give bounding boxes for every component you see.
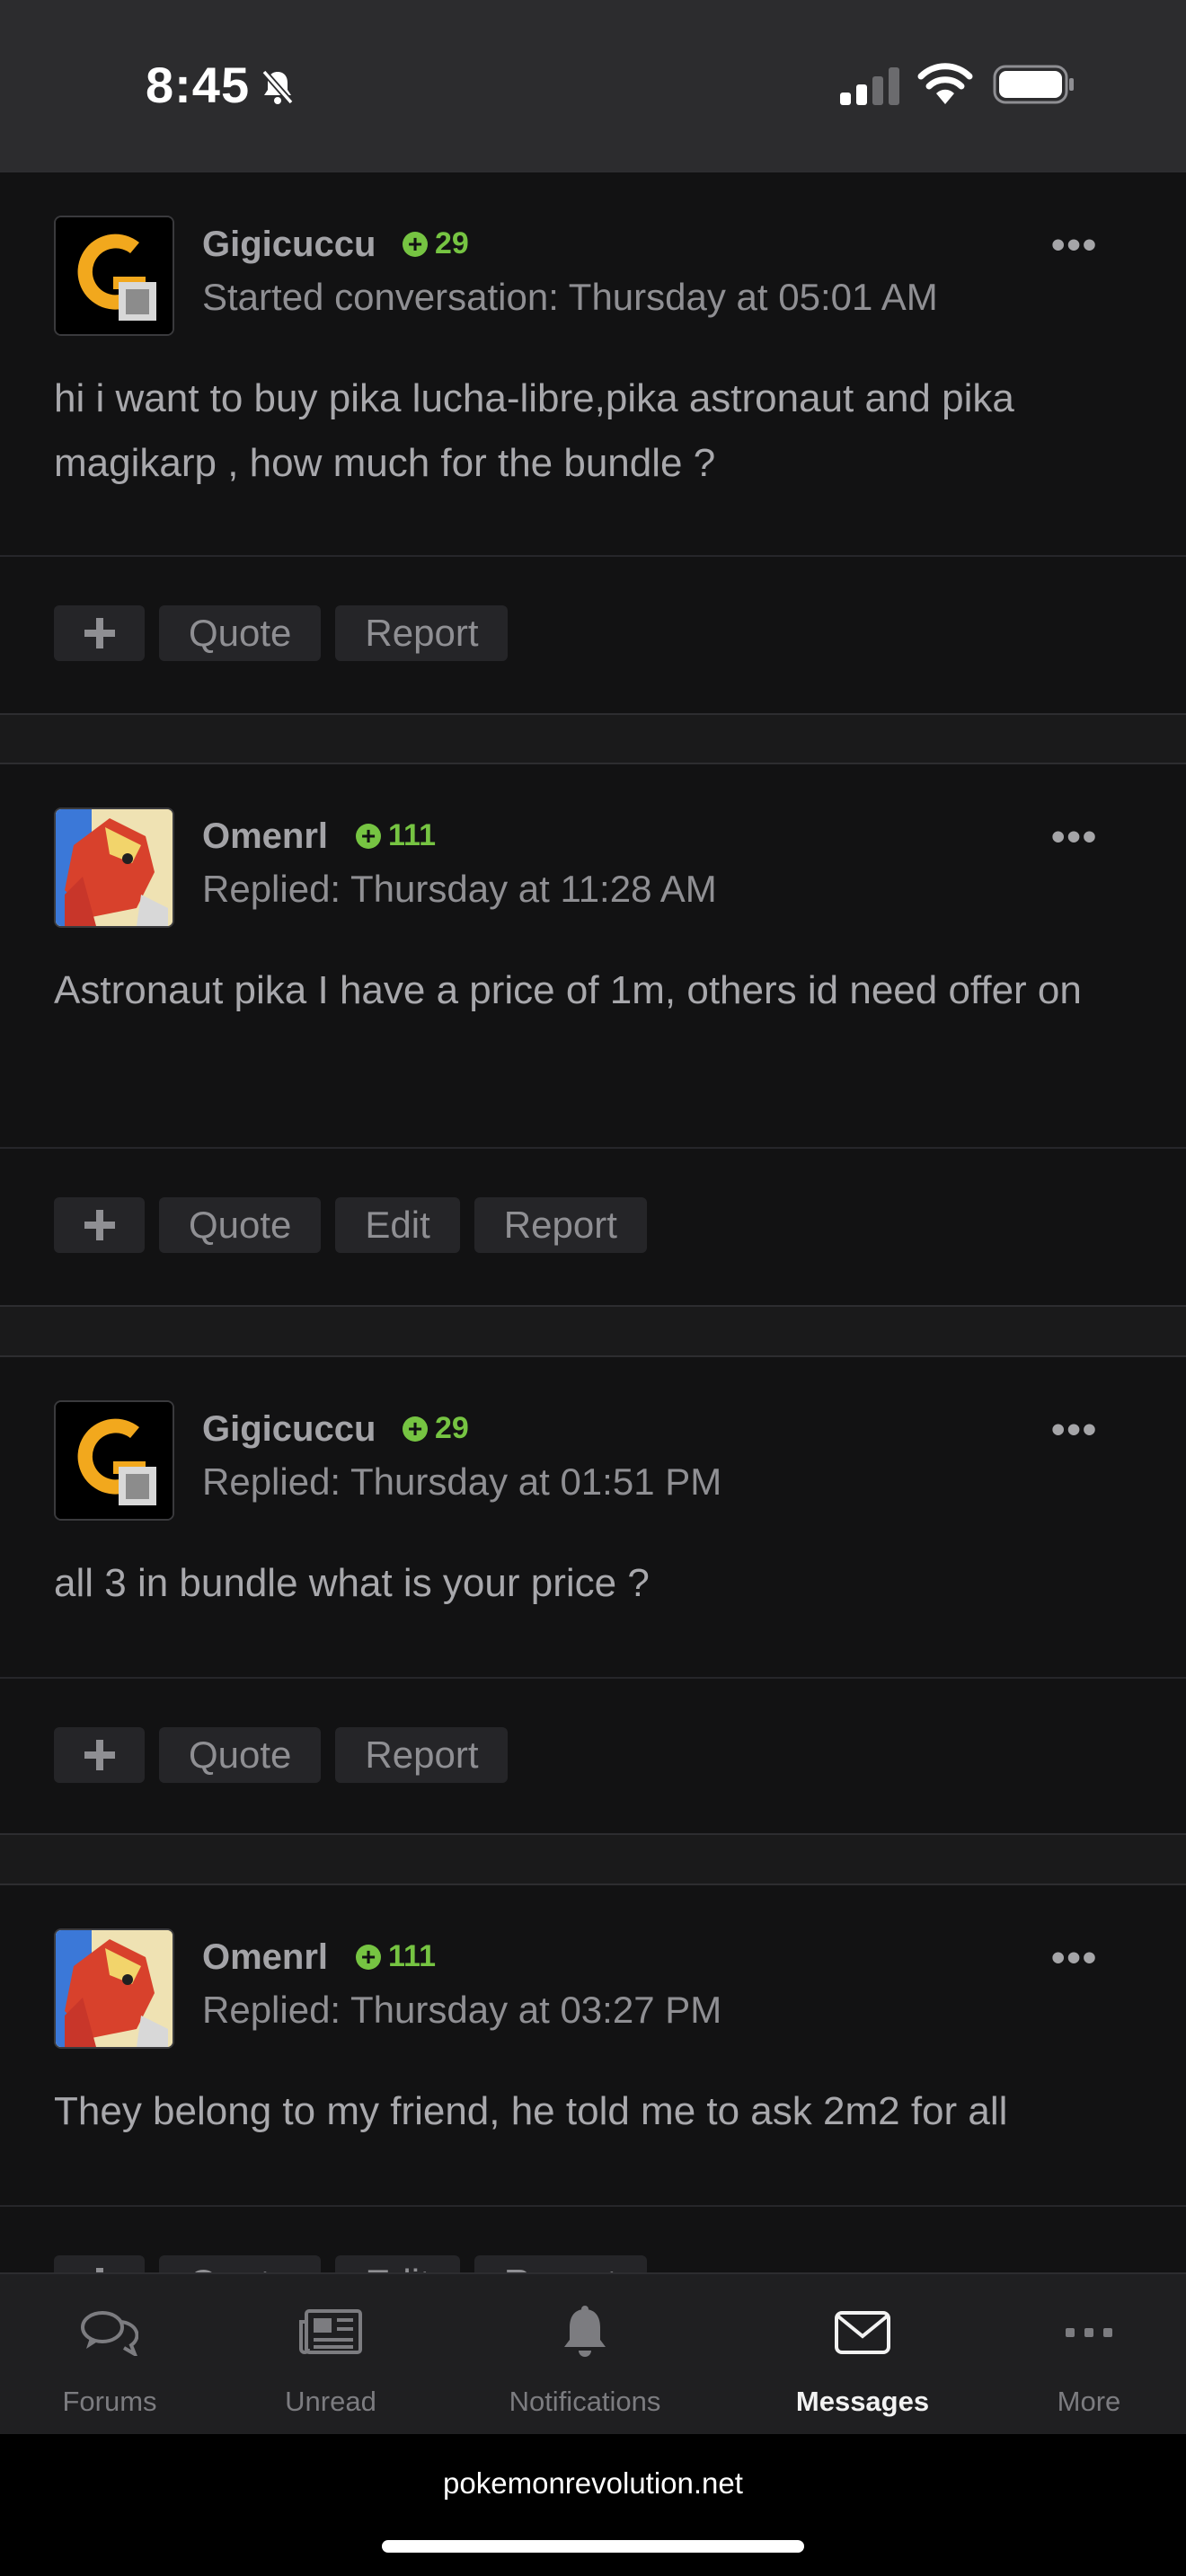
tab-label: Forums: [62, 2386, 157, 2417]
post-body: Astronaut pika I have a price of 1m, oth…: [54, 968, 1082, 1012]
message-post: Gigicuccu + 29 ••• Started conversation:…: [0, 171, 1186, 715]
plus-circle-icon: +: [356, 1944, 381, 1970]
bell-muted-icon: [257, 66, 298, 112]
report-button[interactable]: Report: [335, 1727, 509, 1783]
post-actions: Quote Report: [54, 1727, 509, 1783]
message-post: Omenrl + 111 ••• Replied: Thursday at 11…: [0, 763, 1186, 1307]
post-body: all 3 in bundle what is your price ?: [54, 1561, 650, 1605]
plus-circle-icon: +: [356, 823, 381, 849]
status-time: 8:45: [146, 57, 251, 113]
tab-notifications[interactable]: Notifications: [495, 2274, 675, 2436]
more-dots-icon: [999, 2301, 1179, 2364]
bell-icon: [495, 2301, 675, 2364]
tab-label: More: [1057, 2386, 1121, 2417]
divider: [0, 1147, 1186, 1149]
tab-unread[interactable]: Unread: [241, 2274, 420, 2436]
more-options-icon[interactable]: •••: [1051, 1936, 1098, 1981]
tab-label: Notifications: [509, 2386, 661, 2417]
plus-circle-icon: +: [403, 1416, 428, 1442]
react-button[interactable]: [54, 1197, 145, 1253]
divider: [0, 555, 1186, 557]
plus-icon: [84, 618, 115, 648]
tab-messages[interactable]: Messages: [773, 2274, 952, 2436]
plus-icon: [84, 1210, 115, 1240]
author-name[interactable]: Gigicuccu: [202, 225, 376, 265]
post-actions: Quote Edit Report: [54, 1197, 647, 1253]
avatar[interactable]: [54, 1400, 174, 1521]
quote-button[interactable]: Quote: [159, 1727, 322, 1783]
status-bar: 8:45: [0, 0, 1186, 172]
reputation-badge: + 29: [403, 226, 469, 261]
wifi-icon: [916, 63, 974, 109]
post-body: They belong to my friend, he told me to …: [54, 2089, 1008, 2133]
tab-label: Messages: [795, 2386, 930, 2417]
url-display[interactable]: pokemonrevolution.net: [0, 2466, 1186, 2501]
quote-button[interactable]: Quote: [159, 605, 322, 661]
tab-label: Unread: [285, 2386, 376, 2417]
avatar[interactable]: [54, 807, 174, 928]
more-options-icon[interactable]: •••: [1051, 1407, 1098, 1452]
reputation-badge: + 29: [403, 1411, 469, 1446]
react-button[interactable]: [54, 1727, 145, 1783]
post-actions: Quote Report: [54, 605, 509, 661]
home-indicator[interactable]: [382, 2540, 804, 2553]
reputation-value: 111: [388, 818, 436, 852]
cellular-signal-icon: [840, 67, 901, 110]
post-meta: Started conversation: Thursday at 05:01 …: [202, 276, 938, 318]
author-name[interactable]: Omenrl: [202, 816, 328, 857]
reputation-badge: + 111: [356, 1939, 436, 1974]
reputation-badge: + 111: [356, 818, 436, 853]
message-post: Gigicuccu + 29 ••• Replied: Thursday at …: [0, 1355, 1186, 1835]
more-options-icon[interactable]: •••: [1051, 223, 1098, 268]
battery-icon: [993, 65, 1075, 109]
author-name[interactable]: Omenrl: [202, 1937, 328, 1978]
post-meta: Replied: Thursday at 11:28 AM: [202, 868, 717, 910]
browser-address-bar: pokemonrevolution.net: [0, 2434, 1186, 2576]
divider: [0, 1677, 1186, 1679]
avatar[interactable]: [54, 1928, 174, 2049]
avatar[interactable]: [54, 216, 174, 336]
divider: [0, 2205, 1186, 2207]
report-button[interactable]: Report: [335, 605, 509, 661]
reputation-value: 29: [435, 226, 469, 260]
post-body: hi i want to buy pika lucha-libre,pika a…: [54, 376, 1014, 485]
newspaper-icon: [241, 2301, 420, 2364]
forums-icon: [20, 2301, 199, 2364]
more-options-icon[interactable]: •••: [1051, 815, 1098, 860]
tab-forums[interactable]: Forums: [20, 2274, 199, 2436]
edit-button[interactable]: Edit: [335, 1197, 460, 1253]
post-meta: Replied: Thursday at 03:27 PM: [202, 1989, 722, 2031]
tab-more[interactable]: More: [999, 2274, 1179, 2436]
report-button[interactable]: Report: [474, 1197, 647, 1253]
quote-button[interactable]: Quote: [159, 1197, 322, 1253]
reputation-value: 111: [388, 1939, 436, 1973]
bottom-nav: Forums Unread Notifications Messages Mor…: [0, 2272, 1186, 2436]
react-button[interactable]: [54, 605, 145, 661]
plus-circle-icon: +: [403, 231, 428, 257]
post-meta: Replied: Thursday at 01:51 PM: [202, 1460, 722, 1503]
plus-icon: [84, 1740, 115, 1770]
reputation-value: 29: [435, 1411, 469, 1445]
author-name[interactable]: Gigicuccu: [202, 1409, 376, 1450]
envelope-icon: [773, 2301, 952, 2364]
